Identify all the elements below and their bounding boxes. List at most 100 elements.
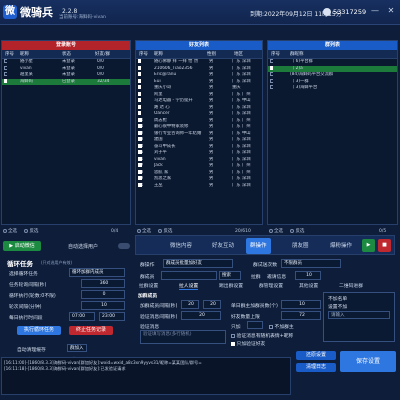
add-delay-max[interactable]: 20 (203, 300, 221, 309)
account-panel-title: 登录账号 (2, 41, 130, 50)
invert-radio[interactable] (158, 228, 163, 233)
group-settings-tab[interactable]: 二维码进群 (339, 282, 363, 289)
interval-input[interactable]: 360 (81, 279, 125, 288)
exclude-setting-label: 设置不加 (328, 305, 348, 310)
verify-msg-label: 验证消息 (140, 325, 160, 330)
title-bar: 微 微骑兵 2.2.8 当前账号:海鲜码-vivan 到期:2022年09月12… (0, 0, 400, 25)
select-all-radio[interactable] (137, 228, 141, 233)
log-area: [16:11:00]-[1860/8.3.3]海鲜码-vivan[群加好友]:w… (1, 357, 291, 395)
random-emoji-checkbox[interactable] (231, 333, 235, 338)
friends-table-header: 序号 昵称 性别 地区 (136, 50, 262, 59)
col-name: 昵称 (20, 52, 29, 57)
table-row[interactable]: 5 （ 3)海鲜平台 (268, 85, 397, 92)
auto-select-label: 自动选择用户 (68, 244, 99, 250)
col-name: 昵称 (154, 52, 163, 57)
keyword-input[interactable]: 请输入 (328, 311, 390, 319)
exec-loop-button[interactable]: 执行循环任务 (17, 326, 61, 335)
member-search-input[interactable] (161, 271, 217, 280)
invite-label: 邀请信息 (267, 275, 287, 280)
exclude-list-box: 不加名单 设置不加 请输入 (323, 292, 395, 342)
select-all-radio[interactable] (269, 228, 273, 233)
daily-end-input[interactable]: 23:00 (99, 312, 125, 321)
close-icon[interactable]: ✕ (386, 6, 396, 16)
verified-only-option[interactable]: 只加验证好友 (231, 340, 265, 347)
friend-cap-input[interactable]: 72 (281, 311, 321, 320)
auto-select-toggle[interactable] (118, 243, 130, 249)
group-op-select[interactable]: 群成员批量加好友 (163, 259, 233, 268)
daily-limit-input[interactable]: 10 (281, 300, 321, 309)
tab-growth[interactable]: 爆粉操作 (326, 238, 356, 254)
save-settings-button[interactable]: 保存设置 (340, 351, 396, 372)
invert-radio[interactable] (290, 228, 295, 233)
table-row[interactable]: 20 王丛 男 广东 深圳 (136, 182, 262, 190)
gap-input[interactable]: 10 (81, 301, 125, 310)
exclude-owner-option[interactable]: 不加群主 (269, 323, 294, 330)
group-times-select[interactable]: 不限群员 (281, 259, 341, 268)
tab-moments[interactable]: 朋友圈 (288, 238, 313, 254)
tab-group-operation[interactable]: 群操作 (246, 238, 271, 254)
restore-settings-button[interactable]: 还原设置 (296, 351, 336, 360)
select-all-label: 全选 (8, 229, 17, 234)
col-no: 序号 (139, 52, 148, 57)
invert-radio[interactable] (24, 228, 29, 233)
table-row[interactable]: 4 海鲜码 已登录 32/34 (2, 78, 130, 86)
group-settings-tab[interactable]: 其他设置 (299, 282, 318, 289)
row-checkbox[interactable]: 4 (4, 78, 7, 86)
groups-table-header: 序号 群昵称 (268, 50, 397, 59)
col-count: 好友/群 (95, 52, 111, 57)
col-sex: 性别 (207, 52, 216, 57)
col-no: 序号 (5, 52, 14, 57)
group-operation-panel: 群操作 群成员批量加好友 群试送次数 不限群员 群成员 搜索 拉群 邀请信息 1… (135, 257, 397, 347)
search-select[interactable]: 搜索 (219, 271, 241, 280)
friends-panel-title: 好友列表 (136, 41, 262, 50)
log-line: [16:11:18]-[1860/8.3.3]海鲜码-vivan[群加好友]:已… (4, 366, 126, 371)
auto-clean-cache[interactable]: 自动清理缓存 (17, 346, 46, 353)
select-all-label: 全选 (142, 229, 151, 234)
account-filter-bar: 全选 反选 0/4 (3, 226, 133, 237)
invite-count[interactable]: 10 (295, 271, 321, 280)
verified-only-checkbox[interactable] (231, 341, 235, 346)
add-delay-label: 加群成员间隔(秒) (140, 304, 178, 309)
friends-panel: 好友列表 序号 昵称 性别 地区 1随心佛静 拜 一拜 怡 然男广东 深圳 22… (135, 40, 263, 225)
group-settings-tab[interactable]: 拉人设置 (179, 282, 199, 290)
group-settings-tabs: 拉群设置 拉人设置 踢出群设置 群管理设置 其他设置 二维码进群 (137, 282, 395, 290)
interval-label: 任务轮询间隔(秒) (9, 283, 47, 288)
group-settings-tab[interactable]: 踢出群设置 (219, 282, 243, 289)
start-wechat-button[interactable]: ▶ 启动微信 (3, 241, 41, 251)
daily-start-input[interactable]: 07:00 (69, 312, 95, 321)
random-emoji-option[interactable]: 验证消息有随机表情+昵称 (231, 332, 293, 339)
daily-limit-label: 单日群主加群员数(个) (231, 304, 278, 309)
stop-loop-button[interactable]: 终止任务记录 (69, 326, 113, 335)
runs-input[interactable]: 0 (81, 290, 125, 299)
loop-task-select[interactable]: 循环加群内成员 (69, 268, 125, 277)
group-settings-tab[interactable]: 群管理设置 (259, 282, 283, 289)
function-tabs: 微信内容 好友互动 群操作 朋友圈 爆粉操作 ▶ ■ (135, 235, 395, 255)
friend-sex: 男 (209, 182, 214, 188)
verify-msg-textarea[interactable]: 验证填写消息(多行随机) (140, 330, 226, 344)
row-checkbox[interactable]: 5 (270, 85, 273, 92)
notify-select[interactable]: 群加入 (67, 344, 87, 352)
account-count: 0/4 (111, 229, 119, 234)
group-times-label: 群试送次数 (253, 263, 277, 268)
invert-label: 反选 (295, 229, 305, 234)
friend-name: 王丛 (154, 182, 163, 188)
exclude-owner-checkbox[interactable] (269, 324, 273, 329)
clear-log-button[interactable]: 清理日志 (296, 363, 336, 372)
friend-area: 广东 深圳 (232, 182, 251, 188)
select-all-radio[interactable] (3, 228, 7, 233)
loop-task-panel: 循环任务 (只对选用户有效) 选择循环任务 循环加群内成员 任务轮询间隔(秒) … (1, 257, 133, 345)
group-settings-tab[interactable]: 拉群设置 (139, 282, 158, 289)
loop-select-label: 选择循环任务 (9, 272, 38, 277)
row-checkbox[interactable]: 20 (138, 182, 143, 190)
tab-wechat-content[interactable]: 微信内容 (166, 238, 196, 254)
pull-group-label: 拉群 (251, 275, 261, 280)
minimize-icon[interactable]: — (370, 6, 380, 16)
account-count: 32/34 (97, 78, 110, 84)
invert-label: 反选 (163, 229, 173, 234)
only-add-select[interactable] (247, 321, 263, 329)
tab-friend-interaction[interactable]: 好友互动 (208, 238, 238, 254)
run-button[interactable]: ▶ (362, 239, 375, 252)
add-delay-min[interactable]: 20 (181, 300, 199, 309)
stop-button[interactable]: ■ (378, 239, 391, 252)
verify-interval-input[interactable]: 20 (181, 311, 221, 320)
